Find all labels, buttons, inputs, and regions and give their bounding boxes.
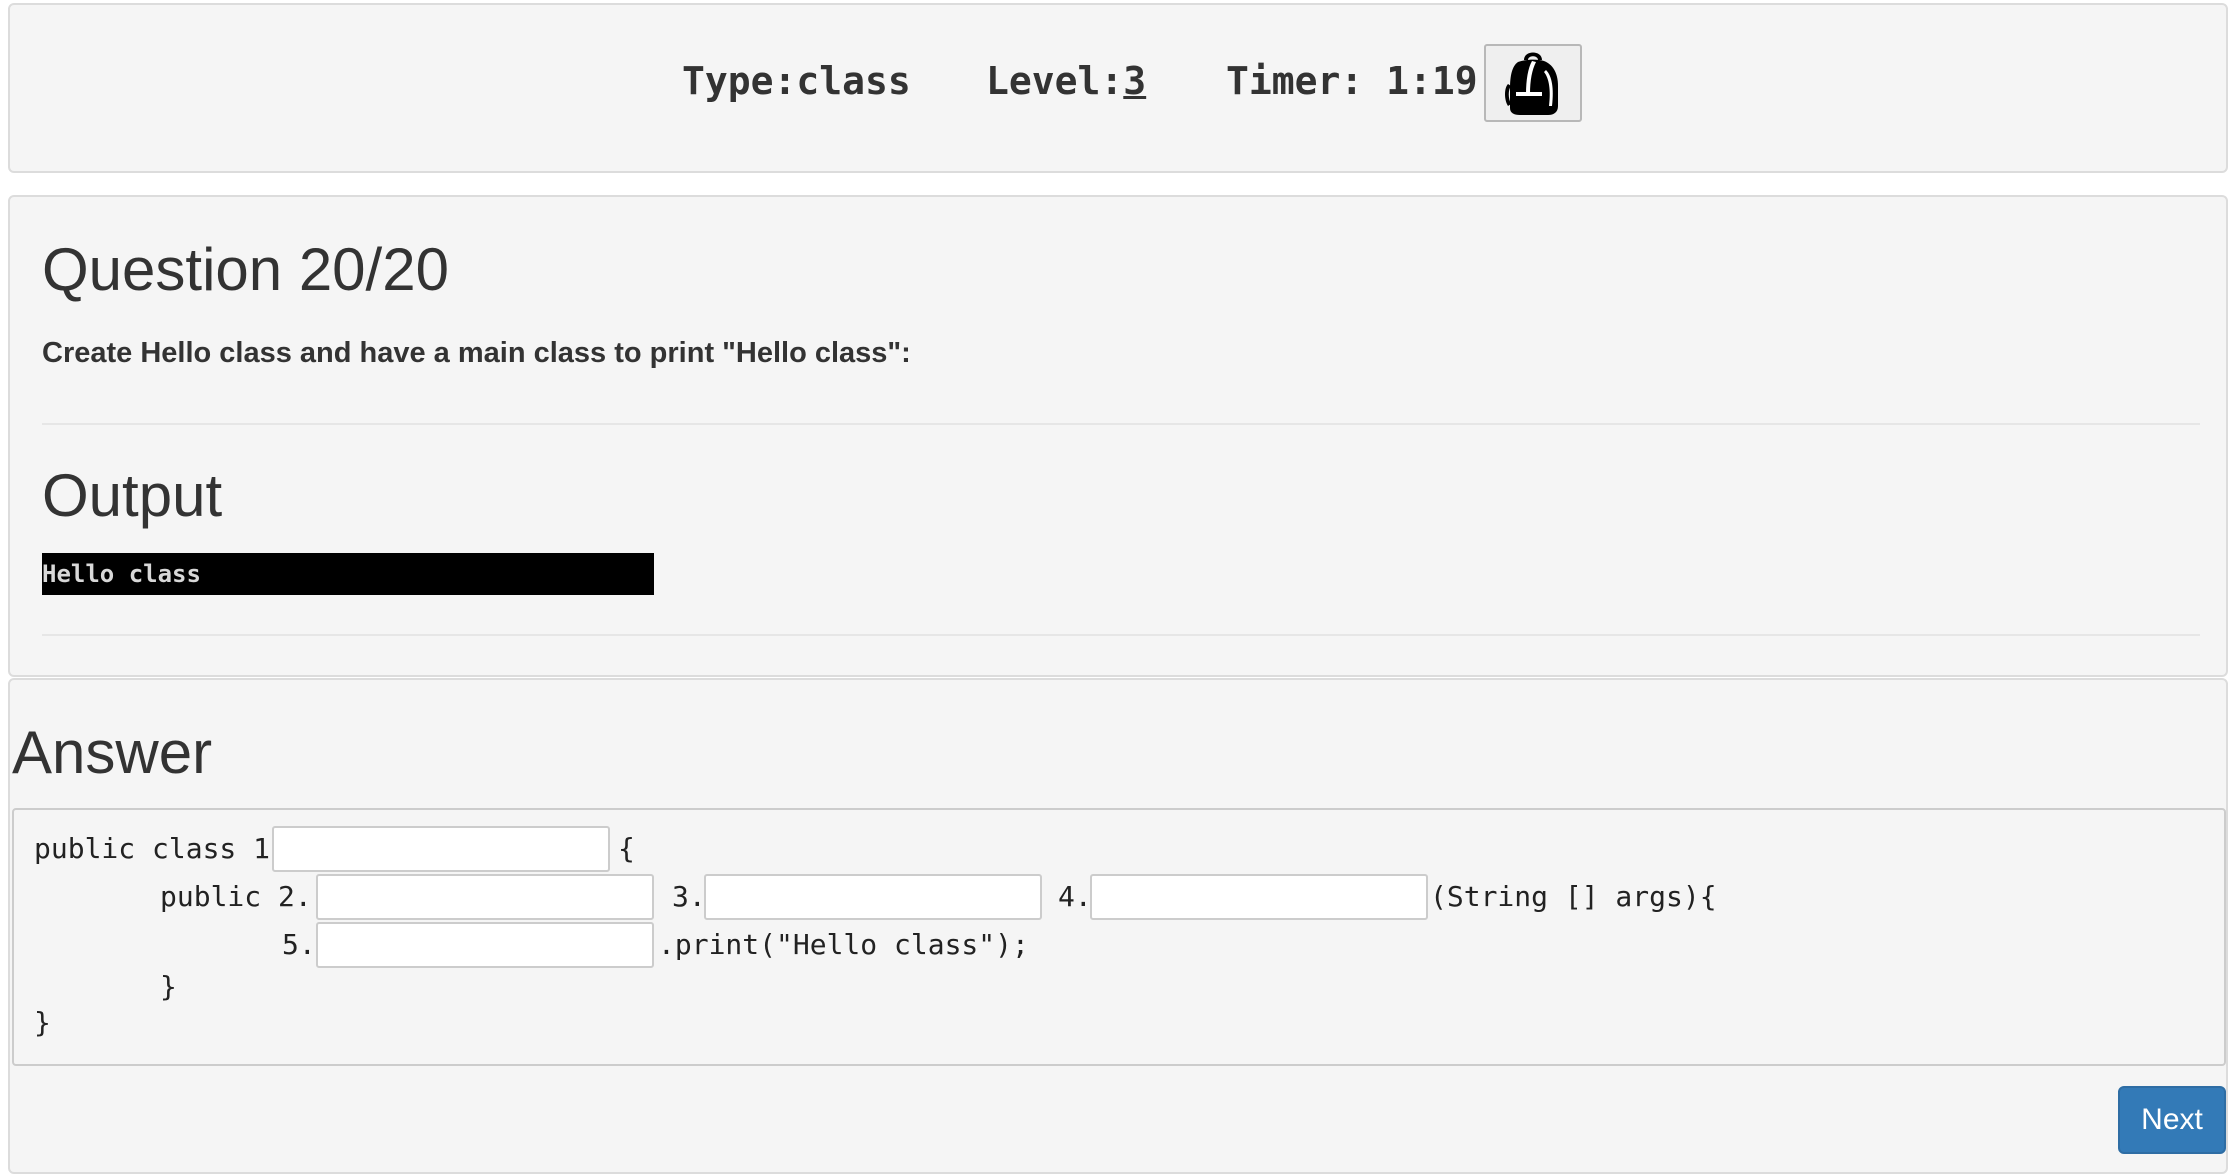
code-line2-prefix: public 2. bbox=[160, 880, 312, 913]
header-panel: Type:class Level:3 Timer: 1:19 bbox=[8, 3, 2228, 173]
code-editor: public class 1. { public 2. 3. 4. (Strin… bbox=[12, 808, 2226, 1066]
code-close-inner: } bbox=[160, 970, 177, 1003]
timer-value: 1:19 bbox=[1386, 59, 1478, 103]
blank-1-input[interactable] bbox=[272, 826, 610, 872]
code-marker-5: 5. bbox=[282, 928, 316, 961]
blank-2-input[interactable] bbox=[316, 874, 654, 920]
output-title: Output bbox=[42, 462, 223, 529]
type-value: class bbox=[796, 59, 911, 103]
timer-label: Timer: bbox=[1226, 59, 1387, 103]
blank-3-input[interactable] bbox=[704, 874, 1042, 920]
code-close-outer: } bbox=[34, 1006, 51, 1039]
backpack-button[interactable] bbox=[1484, 44, 1582, 122]
blank-5-input[interactable] bbox=[316, 922, 654, 968]
level-indicator: Level:3 bbox=[986, 57, 1146, 105]
backpack-icon bbox=[1505, 52, 1558, 115]
next-button[interactable]: Next bbox=[2118, 1086, 2226, 1154]
code-marker-3: 3. bbox=[672, 880, 706, 913]
blank-4-input[interactable] bbox=[1090, 874, 1428, 920]
question-panel: Question 20/20 Create Hello class and ha… bbox=[8, 195, 2228, 677]
code-line3-suffix: .print("Hello class"); bbox=[658, 928, 1029, 961]
answer-title: Answer bbox=[12, 719, 213, 786]
answer-panel: Answer public class 1. { public 2. 3. 4.… bbox=[8, 678, 2228, 1174]
type-label: Type: bbox=[682, 59, 797, 103]
level-value: 3 bbox=[1123, 59, 1147, 103]
code-marker-4: 4. bbox=[1058, 880, 1092, 913]
level-label: Level: bbox=[986, 59, 1124, 103]
code-line2-suffix: (String [] args){ bbox=[1430, 880, 1717, 913]
question-title: Question 20/20 bbox=[42, 236, 449, 303]
timer: Timer: 1:19 bbox=[1226, 57, 1478, 105]
code-line1-suffix: { bbox=[618, 832, 635, 865]
output-console: Hello class bbox=[42, 553, 654, 595]
type-indicator: Type:class bbox=[682, 57, 911, 105]
code-line1-prefix: public class 1. bbox=[34, 832, 287, 865]
divider bbox=[42, 423, 2200, 425]
question-prompt: Create Hello class and have a main class… bbox=[42, 337, 911, 369]
divider bbox=[42, 634, 2200, 636]
